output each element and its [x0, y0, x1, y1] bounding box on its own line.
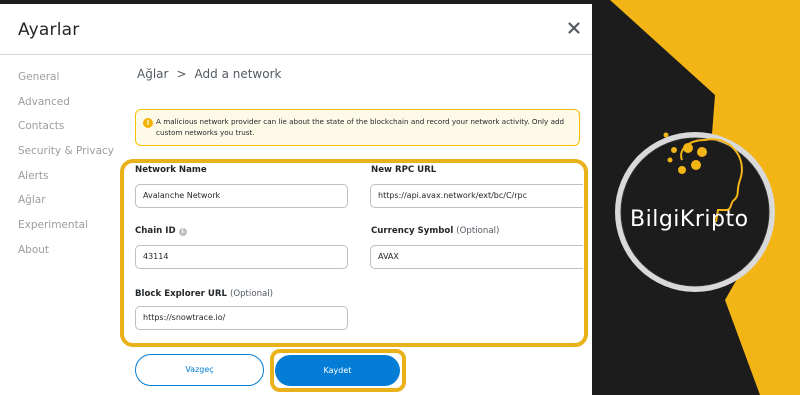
currency-symbol-label: Currency Symbol (Optional): [371, 226, 499, 236]
window-title: Ayarlar: [18, 20, 80, 40]
warning-icon: !: [143, 118, 153, 128]
currency-symbol-label-text: Currency Symbol: [371, 226, 454, 236]
settings-window: Ayarlar General Advanced Contacts Securi…: [0, 4, 592, 395]
brand-panel: [590, 0, 800, 395]
sidebar-item-networks[interactable]: Ağlar: [18, 191, 118, 216]
sidebar-item-experimental[interactable]: Experimental: [18, 216, 118, 241]
settings-sidebar: General Advanced Contacts Security & Pri…: [18, 68, 118, 266]
breadcrumb-networks-link[interactable]: Ağlar: [137, 67, 168, 81]
breadcrumb-separator: >: [176, 67, 187, 81]
warning-banner: ! A malicious network provider can lie a…: [135, 109, 580, 146]
chain-id-label: Chain ID i: [135, 226, 187, 236]
warning-text: A malicious network provider can lie abo…: [156, 117, 565, 137]
rpc-url-input[interactable]: https://api.avax.network/ext/bc/C/rpc: [370, 184, 583, 208]
sidebar-item-about[interactable]: About: [18, 241, 118, 266]
sidebar-item-contacts[interactable]: Contacts: [18, 117, 118, 142]
chain-id-input[interactable]: 43114: [135, 245, 348, 269]
sidebar-item-alerts[interactable]: Alerts: [18, 167, 118, 192]
breadcrumb: Ağlar > Add a network: [137, 67, 281, 81]
currency-symbol-input[interactable]: AVAX: [370, 245, 583, 269]
chain-id-label-text: Chain ID: [135, 226, 176, 236]
breadcrumb-current: Add a network: [194, 67, 282, 81]
block-explorer-input[interactable]: https://snowtrace.io/: [135, 306, 348, 330]
info-icon[interactable]: i: [178, 227, 187, 236]
sidebar-item-general[interactable]: General: [18, 68, 118, 93]
block-explorer-label: Block Explorer URL (Optional): [135, 289, 273, 299]
save-button[interactable]: Kaydet: [275, 355, 400, 386]
cancel-button[interactable]: Vazgeç: [135, 354, 264, 386]
sidebar-item-security-privacy[interactable]: Security & Privacy: [18, 142, 118, 167]
network-name-label-text: Network Name: [135, 165, 207, 175]
close-icon: [568, 22, 580, 34]
rpc-url-label: New RPC URL: [371, 165, 436, 175]
header-divider: [0, 54, 592, 55]
network-name-input[interactable]: Avalanche Network: [135, 184, 348, 208]
brand-background: [610, 0, 800, 395]
rpc-url-label-text: New RPC URL: [371, 165, 437, 175]
block-explorer-label-text: Block Explorer URL: [135, 289, 227, 299]
network-name-label: Network Name: [135, 165, 207, 175]
sidebar-item-advanced[interactable]: Advanced: [18, 93, 118, 118]
block-explorer-optional: (Optional): [229, 289, 274, 299]
close-button[interactable]: [566, 20, 582, 36]
currency-symbol-optional: (Optional): [456, 226, 500, 236]
brand-name: BilgiKripto: [630, 207, 749, 232]
